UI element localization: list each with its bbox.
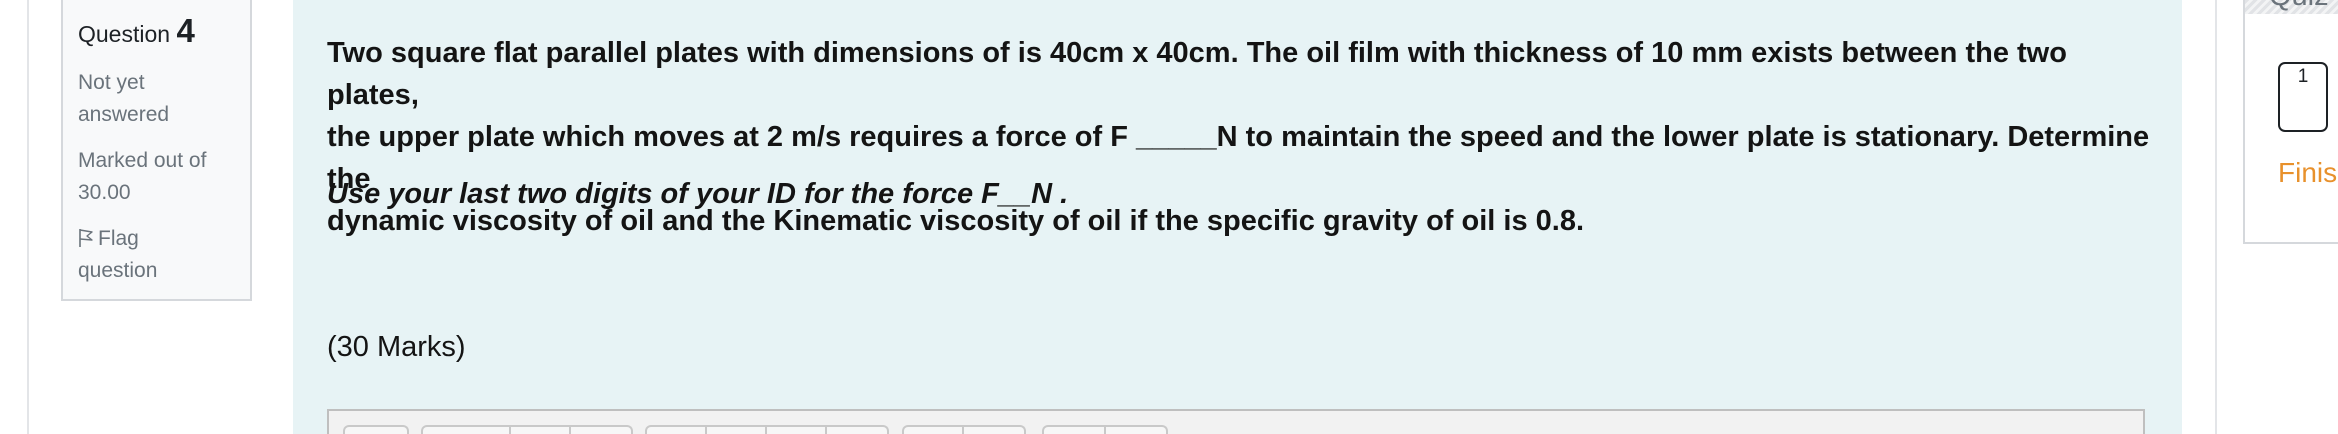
- flag-label-line1: Flag: [98, 227, 139, 250]
- toolbar-button[interactable]: [345, 427, 407, 434]
- toolbar-button[interactable]: [964, 427, 1024, 434]
- toolbar-group-5: [1042, 425, 1168, 434]
- toolbar-button[interactable]: [511, 427, 571, 434]
- flag-label-line2: question: [78, 259, 158, 282]
- toolbar-button[interactable]: [647, 427, 707, 434]
- question-text-line1: Two square flat parallel plates with dim…: [327, 37, 2067, 111]
- question-content: Two square flat parallel plates with dim…: [293, 0, 2182, 434]
- question-info-panel: Question 4 Not yet answered Marked out o…: [61, 0, 252, 301]
- toolbar-button[interactable]: [1044, 427, 1106, 434]
- toolbar-group-4: [902, 425, 1026, 434]
- flag-line1-row: Flag: [78, 223, 235, 255]
- question-note: Use your last two digits of your ID for …: [327, 178, 1069, 210]
- answer-editor-toolbar: [327, 409, 2145, 434]
- question-number: Question 4: [78, 14, 235, 51]
- quiz-navigation-block: Quiz 1 Finis: [2243, 0, 2338, 244]
- toolbar-button[interactable]: [1106, 427, 1166, 434]
- toolbar-button[interactable]: [423, 427, 511, 434]
- question-marks: (30 Marks): [327, 331, 466, 363]
- toolbar-group-3: [645, 425, 889, 434]
- flag-question-button[interactable]: Flag question: [78, 223, 235, 287]
- toolbar-group-2: [421, 425, 633, 434]
- finish-attempt-link[interactable]: Finis: [2278, 157, 2337, 189]
- toolbar-button[interactable]: [904, 427, 964, 434]
- page-border-right: [2215, 0, 2217, 434]
- page-border-left: [27, 0, 29, 434]
- question-label: Question: [78, 21, 171, 47]
- quiz-nav-question-button[interactable]: 1: [2278, 62, 2328, 132]
- toolbar-button[interactable]: [767, 427, 827, 434]
- question-grade-line1: Marked out of: [78, 149, 207, 172]
- question-number-value: 4: [176, 12, 195, 49]
- question-state-line2: answered: [78, 103, 170, 126]
- question-state-line1: Not yet: [78, 71, 145, 94]
- question-grade: Marked out of 30.00: [78, 145, 235, 209]
- toolbar-group-1: [343, 425, 409, 434]
- flag-icon: [79, 229, 93, 247]
- toolbar-button[interactable]: [571, 427, 631, 434]
- question-state: Not yet answered: [78, 67, 235, 131]
- toolbar-button[interactable]: [827, 427, 887, 434]
- question-grade-line2: 30.00: [78, 181, 131, 204]
- toolbar-button[interactable]: [707, 427, 767, 434]
- quiz-navigation-title: Quiz: [2269, 0, 2329, 13]
